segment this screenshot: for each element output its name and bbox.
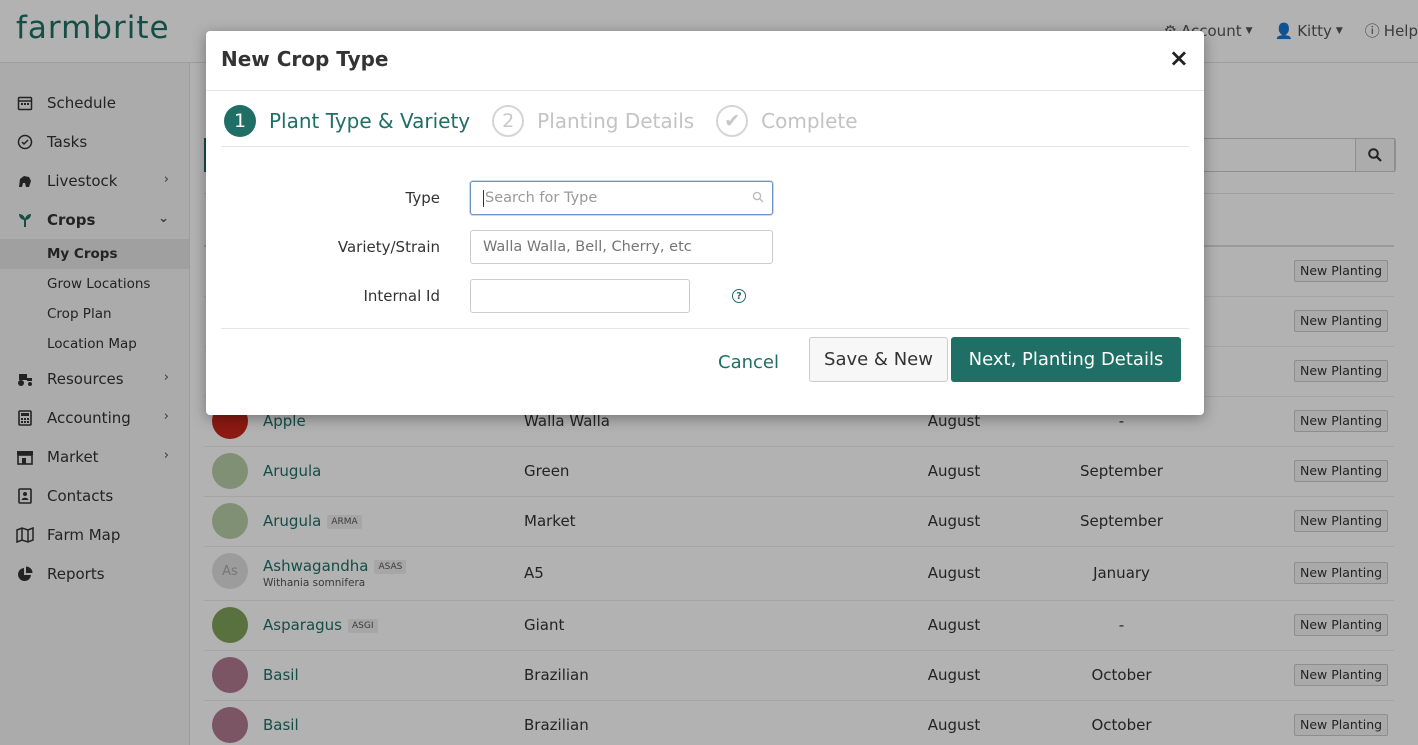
variety-strain-input[interactable] [470,230,773,264]
step-label: Complete [761,109,858,133]
divider [221,328,1189,329]
next-planting-details-button[interactable]: Next, Planting Details [951,337,1181,382]
type-label: Type [405,189,440,207]
step-planting-details[interactable]: 2 Planting Details [492,105,694,137]
new-crop-type-modal: New Crop Type × 1 Plant Type & Variety 2… [206,31,1204,415]
question-circle-icon[interactable]: ? [732,289,746,303]
step-number: 2 [492,105,525,137]
search-icon [752,191,764,203]
step-label: Plant Type & Variety [269,109,471,133]
cancel-button[interactable]: Cancel [718,347,779,377]
internal-id-input[interactable] [470,279,690,313]
step-plant-type[interactable]: 1 Plant Type & Variety [224,105,470,137]
step-label: Planting Details [537,109,695,133]
close-icon[interactable]: × [1169,44,1189,72]
divider [206,90,1204,91]
text-cursor [483,189,484,207]
wizard-steps: 1 Plant Type & Variety 2 Planting Detail… [224,104,880,138]
divider [221,146,1189,147]
type-search-input[interactable]: Search for Type [470,181,773,215]
variety-label: Variety/Strain [337,238,440,256]
checkmark-icon: ✔ [716,105,749,137]
step-complete[interactable]: ✔ Complete [716,105,858,137]
internal-id-label: Internal Id [363,287,440,305]
step-number: 1 [224,105,256,137]
modal-title: New Crop Type [221,47,389,71]
save-and-new-button[interactable]: Save & New [809,337,948,382]
